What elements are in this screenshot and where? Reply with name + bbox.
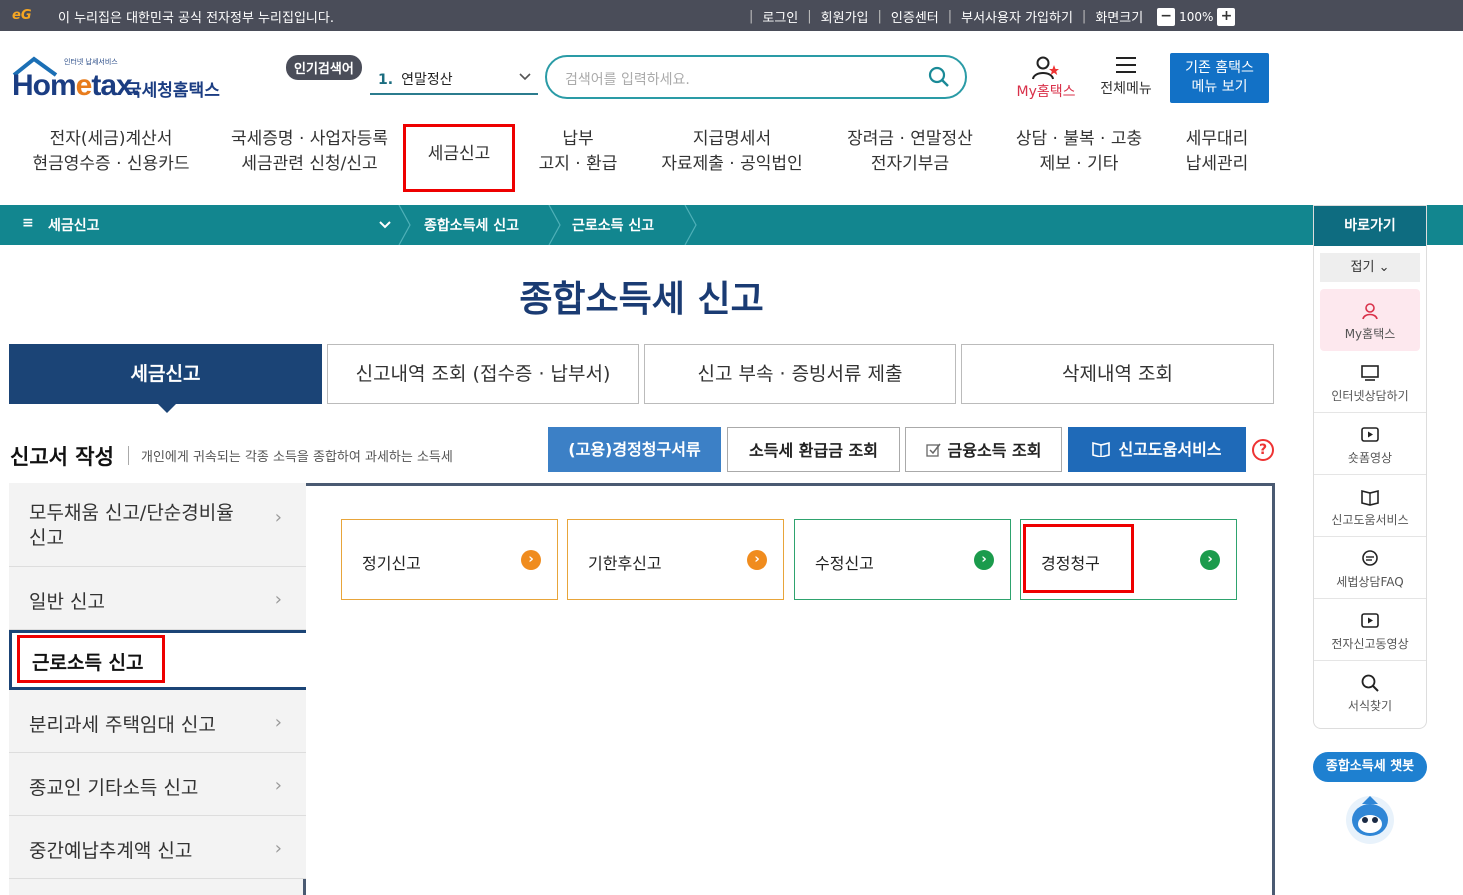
chat-bubble-icon: [1362, 550, 1378, 566]
search-icon[interactable]: [927, 65, 951, 89]
refund-inquiry-button[interactable]: 소득세 환급금 조회: [727, 427, 900, 472]
zoom-level: 100%: [1179, 9, 1214, 24]
play-icon: [1361, 613, 1379, 628]
egov-logo: eG: [12, 8, 32, 23]
user-star-icon: [1032, 56, 1059, 80]
book-icon: [1092, 441, 1111, 458]
search-input[interactable]: 검색어를 입력하세요.: [545, 55, 967, 99]
monitor-icon: [1361, 365, 1379, 381]
gnb-tax-agent[interactable]: 세무대리 납세관리: [1170, 127, 1264, 187]
page-title: 종합소득세 신고: [519, 279, 764, 320]
regular-report-card[interactable]: 정기신고 ›: [341, 519, 558, 600]
financial-income-button[interactable]: 금융소득 조회: [905, 427, 1062, 472]
legacy-menu-button[interactable]: 기존 홈택스 메뉴 보기: [1170, 53, 1269, 103]
side-item-prefilled[interactable]: 모두채움 신고/단순경비율 신고 ›: [9, 483, 306, 567]
claim-documents-button[interactable]: (고용)경정청구서류: [548, 427, 721, 472]
arrow-right-icon: ›: [974, 550, 994, 570]
quick-my-hometax[interactable]: My홈택스: [1320, 289, 1420, 351]
quick-faq[interactable]: 세법상담FAQ: [1314, 537, 1426, 599]
gov-notice-text: 이 누리집은 대한민국 공식 전자정부 누리집입니다.: [58, 11, 334, 26]
gnb-incentive[interactable]: 장려금 · 연말정산 전자기부금: [836, 127, 984, 187]
popular-search-select[interactable]: 1. 연말정산: [370, 63, 538, 95]
breadcrumb-menu[interactable]: 세금신고: [48, 215, 100, 235]
tab-report-history[interactable]: 신고내역 조회 (접수증 · 납부서): [327, 344, 639, 404]
gnb-e-invoice[interactable]: 전자(세금)계산서 현금영수증 · 신용카드: [22, 127, 200, 187]
signup-link[interactable]: 회원가입: [821, 7, 869, 26]
menu-icon: ≡: [22, 215, 34, 231]
quick-report-help[interactable]: 신고도움서비스: [1314, 475, 1426, 537]
breadcrumb-item-income-tax[interactable]: 종합소득세 신고: [424, 215, 519, 235]
arrow-right-icon: ›: [747, 550, 767, 570]
cert-center-link[interactable]: 인증센터: [891, 7, 939, 26]
report-tabs: 세금신고 신고내역 조회 (접수증 · 납부서) 신고 부속 · 증빙서류 제출…: [9, 344, 1274, 413]
breadcrumb-separator: [548, 205, 561, 245]
chevron-down-icon[interactable]: [378, 219, 392, 231]
quick-shortform-video[interactable]: 숏폼영상: [1314, 413, 1426, 475]
user-icon: [1362, 303, 1378, 320]
gov-notice-bar: eG 이 누리집은 대한민국 공식 전자정부 누리집입니다. | 로그인 | 회…: [0, 0, 1463, 31]
hometax-logo[interactable]: 인터넷 납세서비스 Hometax. 국세청홈택스: [12, 55, 227, 115]
section-title: 신고서 작성: [10, 445, 114, 469]
quick-menu: 바로가기 접기 ⌄ My홈택스 인터넷상담하기 숏폼영상 신고도움서비스 세법상…: [1313, 205, 1427, 729]
breadcrumb-separator: [398, 205, 411, 245]
breadcrumb: ≡ 세금신고 종합소득세 신고 근로소득 신고: [0, 205, 1463, 245]
breadcrumb-separator: [684, 205, 697, 245]
gnb-certificate[interactable]: 국세증명 · 사업자등록 세금관련 신청/신고: [222, 127, 397, 187]
side-item-wage-income[interactable]: 근로소득 신고: [9, 630, 306, 690]
checkbox-icon: [925, 443, 941, 457]
chatbot-mascot-icon[interactable]: [1342, 790, 1398, 846]
side-item-interim[interactable]: 중간예납추계액 신고 ›: [9, 816, 306, 879]
quick-menu-title: 바로가기: [1314, 206, 1426, 246]
help-icon[interactable]: ?: [1252, 439, 1274, 461]
screen-size-label: 화면크기: [1095, 11, 1144, 26]
all-menu-button[interactable]: 전체메뉴: [1094, 55, 1158, 98]
chatbot-button[interactable]: 종합소득세 챗봇: [1313, 752, 1427, 782]
hamburger-icon: [1116, 57, 1136, 73]
tab-attachments[interactable]: 신고 부속 · 증빙서류 제출: [644, 344, 956, 404]
quick-online-consult[interactable]: 인터넷상담하기: [1314, 351, 1426, 413]
zoom-out-button[interactable]: −: [1157, 7, 1176, 26]
late-report-card[interactable]: 기한후신고 ›: [567, 519, 784, 600]
amended-report-card[interactable]: 수정신고 ›: [794, 519, 1011, 600]
popular-search-label: 인기검색어: [286, 55, 362, 80]
quick-form-search[interactable]: 서식찾기: [1314, 661, 1426, 723]
fold-button[interactable]: 접기 ⌄: [1320, 253, 1420, 282]
arrow-right-icon: ›: [1200, 550, 1220, 570]
highlight-box: [1023, 524, 1134, 593]
side-item-general[interactable]: 일반 신고 ›: [9, 567, 306, 630]
gnb-consultation[interactable]: 상담 · 불복 · 고충 제보 · 기타: [1004, 127, 1154, 187]
search-icon: [1361, 674, 1379, 692]
help-service-button[interactable]: 신고도움서비스: [1068, 427, 1246, 472]
chevron-down-icon: [519, 73, 531, 81]
section-description: 개인에게 귀속되는 각종 소득을 종합하여 과세하는 소득세: [128, 446, 453, 465]
breadcrumb-item-wage-income[interactable]: 근로소득 신고: [572, 215, 654, 235]
tab-tax-report[interactable]: 세금신고: [9, 344, 322, 413]
side-item-religious[interactable]: 종교인 기타소득 신고 ›: [9, 753, 306, 816]
gnb-payment-statement[interactable]: 지급명세서 자료제출 · 공익법인: [652, 127, 812, 187]
side-item-rental[interactable]: 분리과세 주택임대 신고 ›: [9, 690, 306, 753]
arrow-right-icon: ›: [521, 550, 541, 570]
gnb-payment[interactable]: 납부 고지 · 환급: [528, 127, 628, 187]
login-link[interactable]: 로그인: [762, 7, 798, 26]
play-icon: [1361, 427, 1379, 442]
side-menu: 모두채움 신고/단순경비율 신고 › 일반 신고 › 근로소득 신고 분리과세 주택…: [9, 483, 306, 879]
gnb-tax-report[interactable]: 세금신고: [403, 124, 515, 192]
book-icon: [1361, 489, 1379, 506]
dept-user-signup-link[interactable]: 부서사용자 가입하기: [961, 7, 1073, 26]
zoom-in-button[interactable]: +: [1217, 7, 1236, 26]
quick-e-filing-video[interactable]: 전자신고동영상: [1314, 599, 1426, 661]
my-hometax-button[interactable]: My홈택스: [1010, 55, 1082, 101]
tab-deleted-history[interactable]: 삭제내역 조회: [961, 344, 1274, 404]
